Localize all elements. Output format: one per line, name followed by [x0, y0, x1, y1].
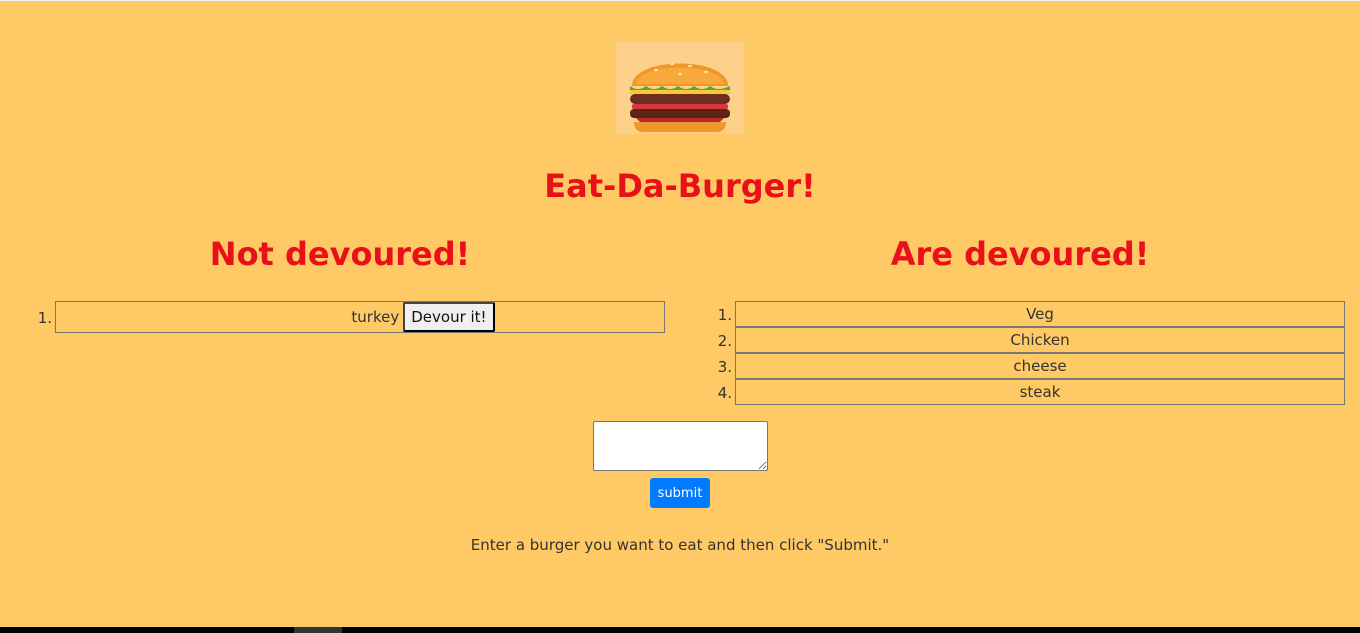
top-border — [0, 0, 1360, 1]
not-devoured-list: 1. turkey Devour it! — [38, 301, 665, 333]
page: Eat-Da-Burger! Not devoured! Are devoure… — [0, 0, 1360, 633]
burger-logo-icon — [616, 42, 744, 134]
horizontal-scrollbar[interactable] — [0, 627, 1360, 633]
burger-name: cheese — [1013, 357, 1067, 375]
list-item-number: 2. — [717, 332, 732, 350]
list-item-number: 1. — [717, 306, 732, 324]
list-item: 3. cheese — [718, 353, 1345, 379]
list-item-number: 1. — [37, 309, 52, 327]
instructions-text: Enter a burger you want to eat and then … — [470, 536, 890, 554]
list-item: 2. Chicken — [718, 327, 1345, 353]
burger-name: Chicken — [1010, 331, 1070, 349]
list-item: 4. steak — [718, 379, 1345, 405]
devoured-list: 1. Veg 2. Chicken 3. cheese 4. steak — [718, 301, 1345, 405]
burger-name: Veg — [1026, 305, 1054, 323]
page-title: Eat-Da-Burger! — [544, 167, 816, 205]
list-item-number: 3. — [717, 358, 732, 376]
devour-button[interactable]: Devour it! — [403, 302, 495, 332]
devoured-heading: Are devoured! — [890, 235, 1150, 273]
list-item-number: 4. — [717, 384, 732, 402]
submit-button[interactable]: submit — [650, 478, 710, 508]
scrollbar-thumb[interactable] — [294, 627, 342, 633]
list-item: 1. turkey Devour it! — [38, 301, 665, 333]
burger-name-input[interactable] — [593, 421, 768, 471]
list-item: 1. Veg — [718, 301, 1345, 327]
burger-name: turkey — [351, 308, 400, 326]
burger-name: steak — [1019, 383, 1061, 401]
not-devoured-heading: Not devoured! — [209, 235, 471, 273]
